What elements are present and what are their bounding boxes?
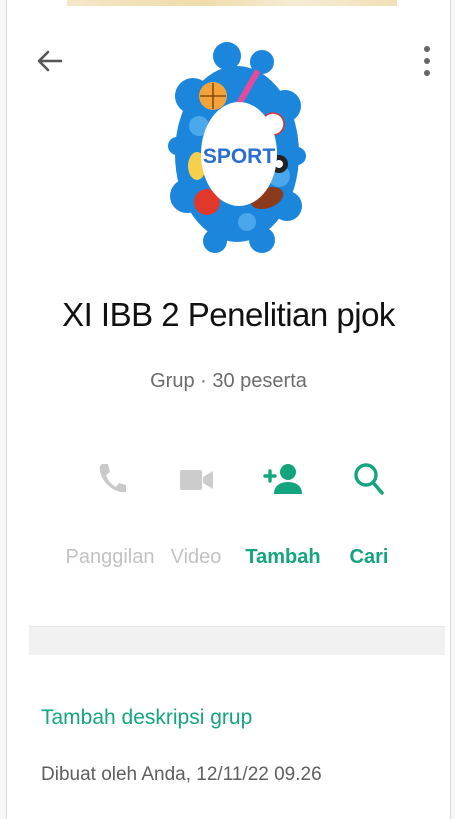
group-info-screen: SPORT XI IBB 2 Penelitian pjok Grup · 30… [6,0,451,819]
call-button[interactable]: Panggilan [62,456,158,586]
created-by-text: Dibuat oleh Anda, 12/11/22 09.26 [41,764,322,785]
search-icon [354,463,384,495]
back-button[interactable] [33,44,67,78]
arrow-left-icon [37,50,63,72]
top-decoration [67,0,397,6]
group-avatar[interactable]: SPORT [167,26,307,258]
phone-icon [99,464,126,493]
video-label: Video [170,546,222,568]
add-participant-label: Tambah [245,546,321,568]
more-options-button[interactable] [415,42,439,82]
video-button[interactable]: Video [148,456,244,586]
group-participants: Grup · 30 peserta [150,370,307,392]
add-participant-button[interactable]: Tambah [235,456,331,586]
add-person-icon [263,464,302,494]
more-vertical-icon [424,46,430,76]
call-label: Panggilan [65,546,155,568]
video-camera-icon [180,470,213,490]
section-divider [29,626,445,655]
group-name: XI IBB 2 Penelitian pjok [62,296,395,333]
search-label: Cari [349,546,389,568]
add-description-link[interactable]: Tambah deskripsi grup [41,706,252,730]
search-button[interactable]: Cari [321,456,417,586]
avatar-sport-text: SPORT [203,145,276,168]
